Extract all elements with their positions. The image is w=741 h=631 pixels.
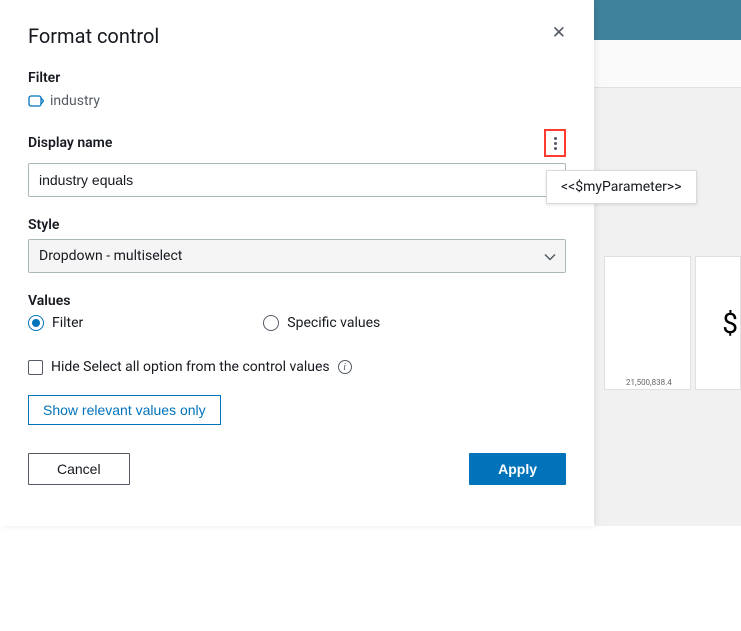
filter-tag-icon [28, 95, 44, 107]
hide-select-all-checkbox[interactable]: Hide Select all option from the control … [28, 359, 566, 375]
more-vertical-icon [554, 137, 557, 150]
values-label: Values [28, 293, 566, 309]
apply-button[interactable]: Apply [469, 453, 566, 485]
radio-filter-label: Filter [52, 315, 83, 331]
display-name-input[interactable] [28, 163, 566, 197]
radio-icon-unchecked [263, 315, 279, 331]
radio-specific-label: Specific values [287, 315, 380, 331]
show-relevant-values-button[interactable]: Show relevant values only [28, 395, 221, 425]
info-icon[interactable]: i [338, 360, 352, 374]
checkbox-icon [28, 360, 43, 375]
style-label: Style [28, 217, 566, 233]
style-select-value: Dropdown - multiselect [39, 248, 182, 264]
style-select[interactable]: Dropdown - multiselect [28, 239, 566, 273]
more-options-button[interactable] [544, 129, 566, 157]
close-button[interactable]: ✕ [552, 24, 566, 41]
bg-value-label: 21,500,838.4 [626, 378, 672, 387]
cancel-button[interactable]: Cancel [28, 453, 130, 485]
filter-label: Filter [28, 70, 566, 86]
radio-icon-checked [28, 315, 44, 331]
hide-select-all-label: Hide Select all option from the control … [51, 359, 330, 375]
filter-value: industry [50, 93, 100, 109]
close-icon: ✕ [552, 23, 566, 42]
display-name-label: Display name [28, 135, 112, 151]
panel-title: Format control [28, 24, 159, 48]
radio-filter[interactable]: Filter [28, 315, 83, 331]
bg-dollar: $ [695, 256, 741, 390]
format-control-panel: Format control ✕ Filter industry Display… [0, 0, 594, 526]
radio-specific-values[interactable]: Specific values [263, 315, 380, 331]
parameter-tooltip[interactable]: <<$myParameter>> [546, 170, 697, 204]
filter-chip[interactable]: industry [28, 93, 100, 109]
